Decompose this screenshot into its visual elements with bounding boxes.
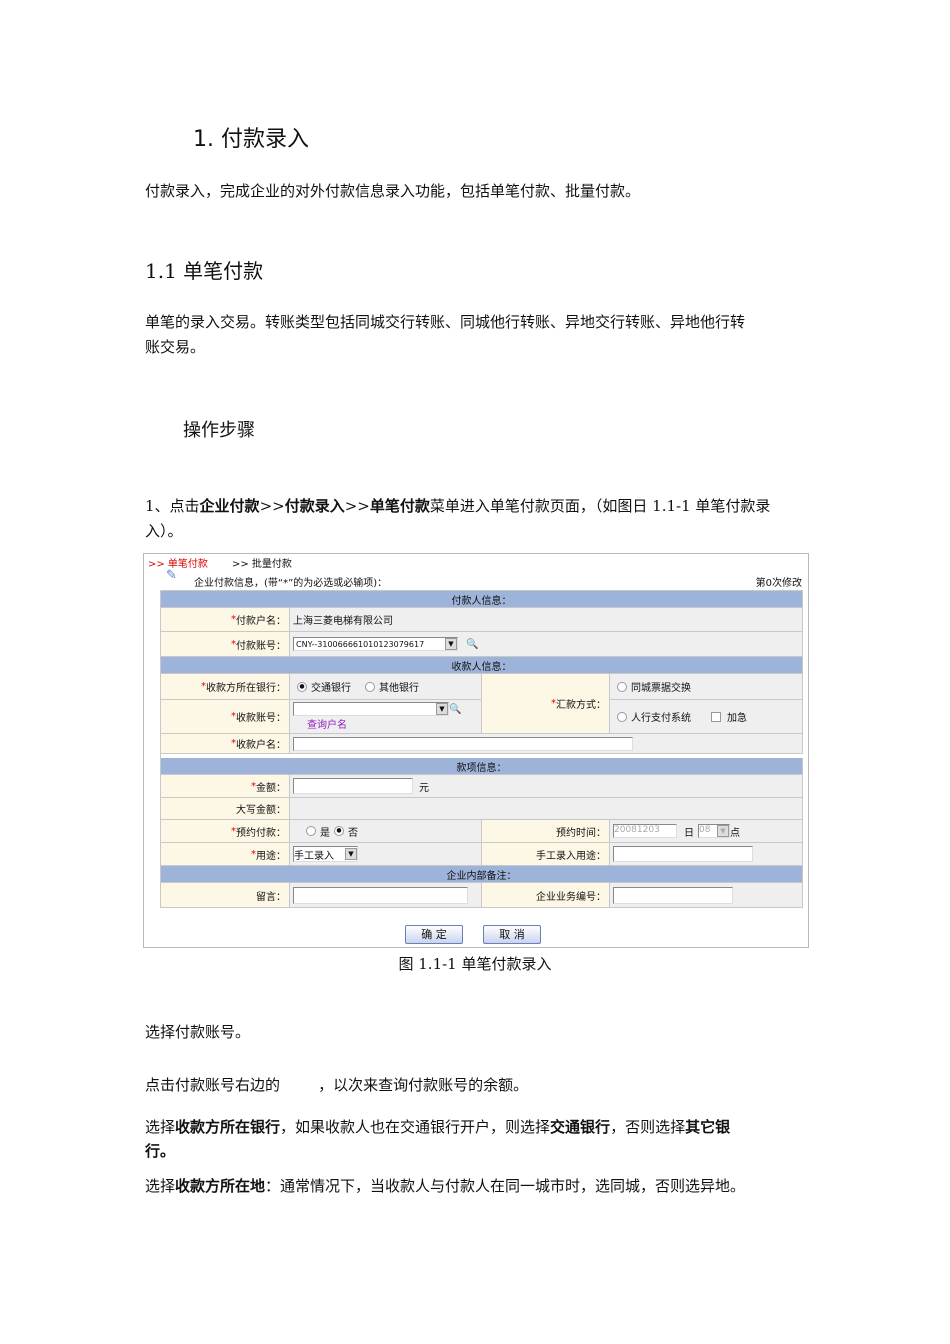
confirm-button[interactable]: 确 定: [405, 925, 463, 944]
manual-purpose-label: 手工录入用途：: [482, 843, 610, 866]
radio-other-bank[interactable]: [365, 681, 375, 692]
scheduled-time-cell: 20081203 日 08 ▼ 点: [610, 820, 803, 843]
payer-name-label: * 付款户名：: [161, 608, 290, 632]
bank-option-label: 其他银行: [379, 683, 419, 694]
payee-acct-label: * 收款账号：: [161, 700, 290, 734]
search-icon[interactable]: 🔍: [466, 639, 478, 650]
scheduled-time-label: 预约时间：: [482, 820, 610, 843]
steps-title: 操作步骤: [183, 420, 255, 441]
radio-yes[interactable]: [306, 826, 316, 836]
section-payer: 付款人信息：: [161, 591, 803, 608]
payer-account-select[interactable]: CNY--310066661010123079617 ▼: [293, 637, 458, 651]
payer-name-value: 上海三菱电梯有限公司: [290, 608, 803, 632]
purpose-cell: 手工录入 ▼: [290, 843, 482, 866]
section-funds: 款项信息：: [161, 758, 803, 775]
edit-icon: ✎: [166, 568, 177, 583]
purpose-select[interactable]: 手工录入 ▼: [293, 846, 358, 862]
amount-cell: 元: [290, 775, 803, 798]
section-internal: 企业内部备注：: [161, 866, 803, 883]
bank-option-label: 交通银行: [311, 683, 351, 694]
step-1-line-2: 入）。: [145, 522, 183, 540]
message-cell: [290, 883, 482, 908]
day-unit: 日: [684, 827, 694, 839]
document-page: 1. 付款录入 付款录入，完成企业的对外付款信息录入功能，包括单笔付款、批量付款…: [0, 0, 950, 1344]
message-input[interactable]: [293, 886, 468, 904]
tab-single-payment[interactable]: >> 单笔付款: [148, 555, 208, 570]
remit-option-1: 同城票据交换: [610, 674, 803, 700]
amount-input[interactable]: [293, 778, 413, 794]
remit-option-label: 同城票据交换: [631, 683, 691, 694]
amount-upper-value: [290, 798, 803, 820]
chevron-down-icon: ▼: [445, 638, 457, 650]
payee-acct-cell: ▼ 🔍 查询户名: [290, 700, 482, 734]
urgent-label: 加急: [727, 713, 747, 724]
biz-no-label: 企业业务编号：: [482, 883, 610, 908]
urgent-checkbox[interactable]: [711, 711, 721, 722]
instruction-3-line-1: 选择收款方所在银行，如果收款人也在交通银行开户，则选择交通银行，否则选择其它银: [145, 1118, 731, 1136]
instruction-2: 点击付款账号右边的 ，以次来查询付款账号的余额。: [145, 1076, 529, 1094]
chevron-down-icon: ▼: [345, 848, 357, 860]
hour-unit: 点: [730, 827, 740, 839]
radio-same-city[interactable]: [617, 681, 627, 692]
chevron-down-icon: ▼: [436, 703, 448, 715]
purpose-label: * 用途：: [161, 843, 290, 866]
payee-account-input[interactable]: ▼: [293, 702, 449, 716]
desc-line-2: 账交易。: [145, 338, 206, 356]
amount-unit: 元: [419, 782, 429, 794]
heading-1: 1. 付款录入: [193, 127, 309, 152]
hour-select[interactable]: 08 ▼: [698, 824, 730, 838]
query-name-link[interactable]: 查询户名: [307, 716, 347, 731]
amount-upper-label: 大写金额：: [161, 798, 290, 820]
payer-acct-cell: CNY--310066661010123079617 ▼ 🔍: [290, 632, 803, 657]
payee-name-input[interactable]: [293, 736, 633, 751]
bank-options: ● 交通银行 其他银行: [290, 674, 482, 700]
instruction-1: 选择付款账号。: [145, 1023, 251, 1041]
desc-line-1: 单笔的录入交易。转账类型包括同城交行转账、同城他行转账、异地交行转账、异地他行转: [145, 313, 746, 331]
amount-label: * 金额：: [161, 775, 290, 798]
step-1-line-1: 1、点击企业付款>>付款录入>>单笔付款菜单进入单笔付款页面，（如图日 1.1-…: [145, 497, 771, 515]
tab-batch-payment[interactable]: >> 批量付款: [232, 555, 292, 570]
section-payee: 收款人信息：: [161, 657, 803, 674]
option-label: 是: [320, 827, 330, 839]
instruction-4: 选择收款方所在地：通常情况下，当收款人与付款人在同一城市时，选同城，否则选异地。: [145, 1177, 746, 1195]
chevron-down-icon: ▼: [717, 825, 729, 837]
payee-name-label: * 收款户名：: [161, 734, 290, 754]
scheduled-options: 是 ● 否: [290, 820, 482, 843]
instruction-3-line-2: 行。: [145, 1142, 176, 1160]
payer-acct-label: * 付款账号：: [161, 632, 290, 657]
intro-text: 付款录入，完成企业的对外付款信息录入功能，包括单笔付款、批量付款。: [145, 182, 641, 200]
biz-no-input[interactable]: [613, 886, 733, 904]
scheduled-label: * 预约付款：: [161, 820, 290, 843]
remit-option-label: 人行支付系统: [631, 713, 691, 724]
biz-no-cell: [610, 883, 803, 908]
revision-count: 第0次修改: [755, 578, 802, 589]
remit-label: * 汇款方式：: [482, 674, 610, 734]
bank-label: * 收款方所在银行：: [161, 674, 290, 700]
radio-no[interactable]: ●: [334, 826, 344, 836]
manual-purpose-input[interactable]: [613, 846, 753, 862]
message-label: 留言：: [161, 883, 290, 908]
form-title: 企业付款信息，(带“*”的为必选或必输项)：: [194, 578, 388, 589]
payee-name-cell: [290, 734, 803, 754]
figure-screenshot: >> 单笔付款 >> 批量付款 ✎ 企业付款信息，(带“*”的为必选或必输项)：…: [143, 553, 809, 948]
radio-bocom[interactable]: ●: [297, 681, 307, 692]
radio-pboc-system[interactable]: [617, 711, 627, 722]
remit-option-2: 人行支付系统 加急: [610, 700, 803, 734]
heading-2: 1.1 单笔付款: [145, 259, 264, 283]
manual-purpose-cell: [610, 843, 803, 866]
cancel-button[interactable]: 取 消: [483, 925, 541, 944]
option-label: 否: [348, 827, 358, 839]
search-icon[interactable]: 🔍: [449, 704, 461, 715]
scheduled-date-input[interactable]: 20081203: [613, 824, 677, 838]
figure-caption: 图 1.1-1 单笔付款录入: [398, 955, 552, 973]
